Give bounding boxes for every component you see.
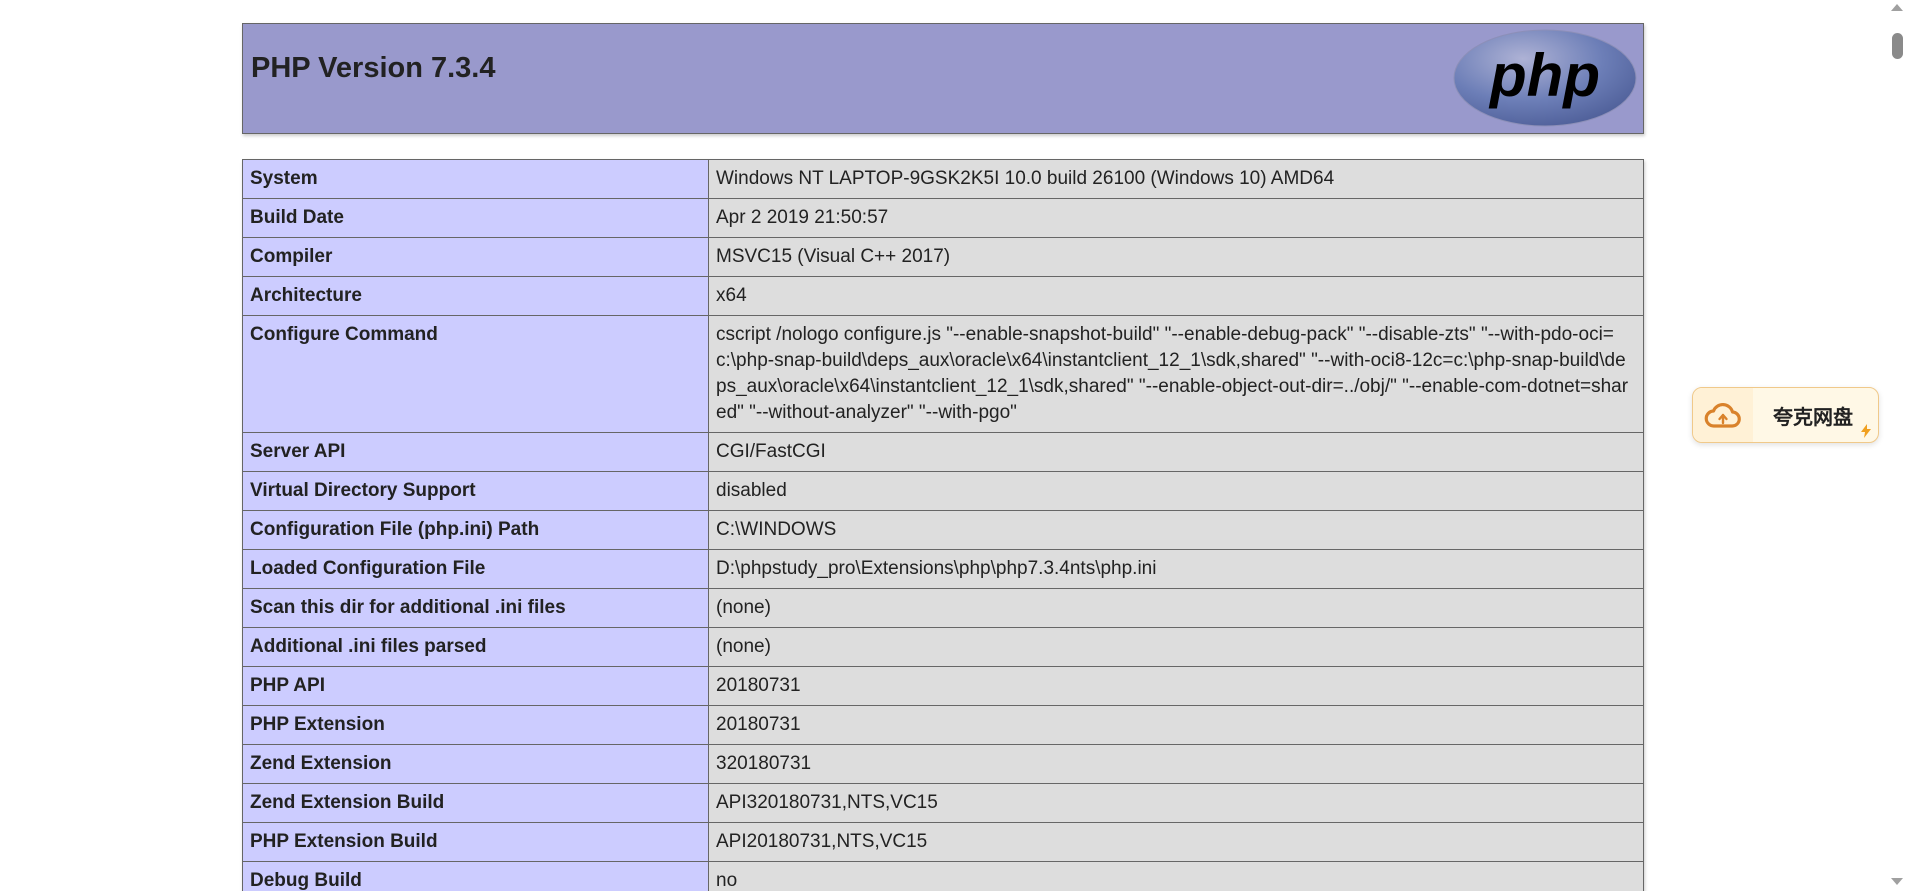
vertical-scrollbar[interactable] [1886, 0, 1908, 891]
quark-drive-widget[interactable]: 夸克网盘 [1692, 387, 1879, 443]
lightning-icon [1861, 424, 1871, 438]
info-key: PHP Extension Build [242, 822, 709, 862]
info-row: PHP Extension Build API20180731,NTS,VC15 [242, 822, 1644, 862]
info-row: Zend Extension Build API320180731,NTS,VC1… [242, 783, 1644, 823]
info-row: PHP Extension 20180731 [242, 705, 1644, 745]
info-key: PHP Extension [242, 705, 709, 745]
phpinfo-container: PHP Version 7.3.4 php System Windows NT L… [242, 23, 1644, 891]
info-row: Configure Command cscript /nologo configu… [242, 315, 1644, 433]
scroll-down-arrow-icon[interactable] [1891, 878, 1903, 885]
info-key: Configure Command [242, 315, 709, 433]
info-key: Configuration File (php.ini) Path [242, 510, 709, 550]
info-key: Compiler [242, 237, 709, 277]
info-value: API320180731,NTS,VC15 [708, 783, 1644, 823]
info-row: Scan this dir for additional .ini files(… [242, 588, 1644, 628]
php-logo[interactable]: php [1453, 29, 1637, 127]
info-key: PHP API [242, 666, 709, 706]
phpinfo-page: PHP Version 7.3.4 php System Windows NT L… [0, 0, 1908, 891]
info-key: Debug Build [242, 861, 709, 891]
info-row: System Windows NT LAPTOP-9GSK2K5I 10.0 bu… [242, 159, 1644, 199]
info-key: Architecture [242, 276, 709, 316]
info-key: Zend Extension Build [242, 783, 709, 823]
info-value: Apr 2 2019 21:50:57 [708, 198, 1644, 238]
scroll-up-arrow-icon[interactable] [1891, 4, 1903, 11]
info-value: D:\phpstudy_pro\Extensions\php\php7.3.4n… [708, 549, 1644, 589]
info-row: PHP API 20180731 [242, 666, 1644, 706]
info-value: Windows NT LAPTOP-9GSK2K5I 10.0 build 26… [708, 159, 1644, 199]
page-title: PHP Version 7.3.4 [251, 52, 496, 84]
info-row: Compiler MSVC15 (Visual C++ 2017) [242, 237, 1644, 277]
info-row: Zend Extension 320180731 [242, 744, 1644, 784]
php-logo-text: php [1488, 42, 1600, 109]
info-value: API20180731,NTS,VC15 [708, 822, 1644, 862]
info-table-body: System Windows NT LAPTOP-9GSK2K5I 10.0 bu… [242, 159, 1644, 891]
info-key: Loaded Configuration File [242, 549, 709, 589]
info-value: x64 [708, 276, 1644, 316]
info-value: 20180731 [708, 705, 1644, 745]
scrollbar-thumb[interactable] [1892, 33, 1903, 59]
info-key: Scan this dir for additional .ini files [242, 588, 709, 628]
info-key: Server API [242, 432, 709, 472]
info-key: System [242, 159, 709, 199]
info-row: Additional .ini files parsed (none) [242, 627, 1644, 667]
info-value: CGI/FastCGI [708, 432, 1644, 472]
info-value: cscript /nologo configure.js "--enable-s… [708, 315, 1644, 433]
info-key: Zend Extension [242, 744, 709, 784]
info-value: (none) [708, 627, 1644, 667]
info-row: Loaded Configuration File D:\phpstudy_pro… [242, 549, 1644, 589]
info-value: C:\WINDOWS [708, 510, 1644, 550]
info-table: System Windows NT LAPTOP-9GSK2K5I 10.0 bu… [242, 159, 1644, 891]
quark-drive-label: 夸克网盘 [1773, 404, 1853, 429]
info-row: Build Date Apr 2 2019 21:50:57 [242, 198, 1644, 238]
info-value: 320180731 [708, 744, 1644, 784]
info-row: Virtual Directory Support disabled [242, 471, 1644, 511]
info-key: Build Date [242, 198, 709, 238]
info-key: Virtual Directory Support [242, 471, 709, 511]
info-row: Debug Build no [242, 861, 1644, 891]
info-row: Configuration File (php.ini) Path C:\WIND… [242, 510, 1644, 550]
version-header: PHP Version 7.3.4 php [242, 23, 1644, 134]
info-value: disabled [708, 471, 1644, 511]
info-value: (none) [708, 588, 1644, 628]
info-value: 20180731 [708, 666, 1644, 706]
info-row: Architecture x64 [242, 276, 1644, 316]
info-value: MSVC15 (Visual C++ 2017) [708, 237, 1644, 277]
info-value: no [708, 861, 1644, 891]
info-row: Server API CGI/FastCGI [242, 432, 1644, 472]
info-key: Additional .ini files parsed [242, 627, 709, 667]
cloud-icon [1693, 388, 1753, 442]
